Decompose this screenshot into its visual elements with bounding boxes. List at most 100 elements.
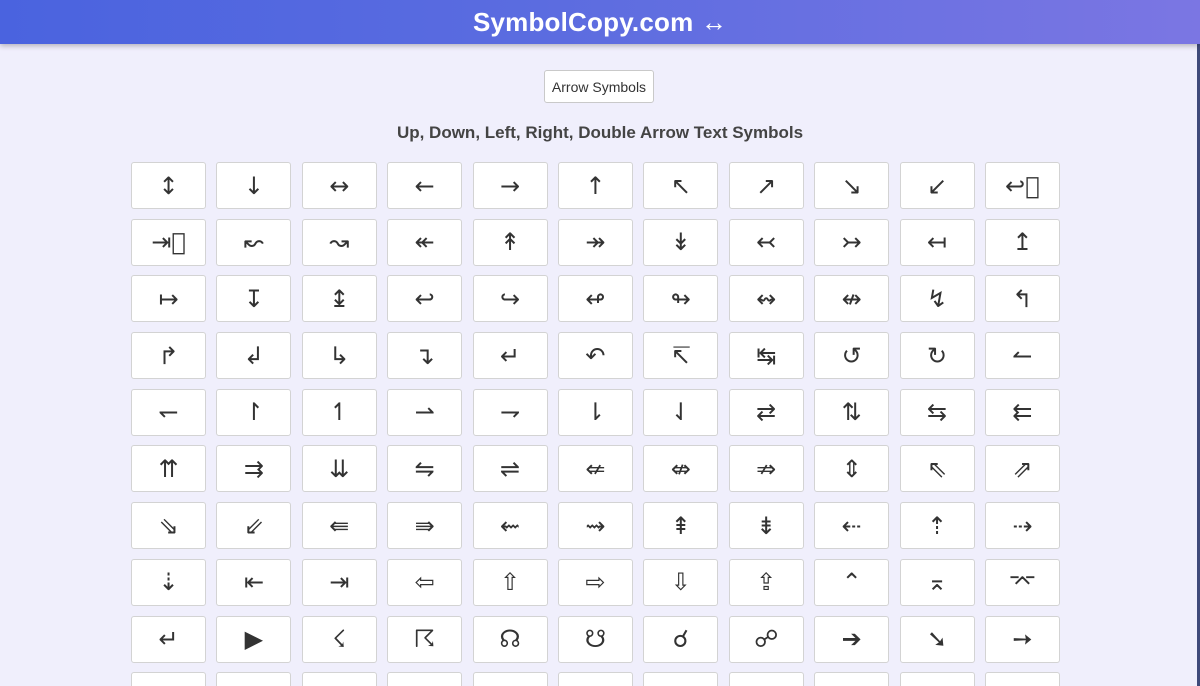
symbol-cell[interactable] xyxy=(216,672,292,686)
symbol-cell[interactable]: ➔ xyxy=(814,615,890,663)
symbol-cell[interactable]: ↩ xyxy=(387,275,463,323)
symbol-cell[interactable]: ↦ xyxy=(131,275,206,323)
symbol-cell[interactable]: ⇩ xyxy=(643,558,719,606)
symbol-cell[interactable] xyxy=(472,672,548,686)
symbol-cell[interactable]: ↥ xyxy=(984,218,1060,266)
symbol-cell[interactable]: ⇞ xyxy=(643,502,719,550)
symbol-cell[interactable]: ↩⃥ xyxy=(984,162,1060,209)
symbol-cell[interactable]: ↜ xyxy=(216,218,292,266)
symbol-cell[interactable] xyxy=(557,672,633,686)
symbol-cell[interactable] xyxy=(984,672,1060,686)
symbol-cell[interactable]: ▶ xyxy=(216,615,292,663)
symbol-cell[interactable]: ⌤ xyxy=(984,558,1060,606)
symbol-cell[interactable]: ↼ xyxy=(984,332,1060,380)
symbol-cell[interactable]: ↳ xyxy=(301,332,377,380)
site-title[interactable]: SymbolCopy.com ↔ xyxy=(473,7,727,38)
arrow-symbols-button[interactable]: Arrow Symbols xyxy=(544,70,654,103)
symbol-cell[interactable]: ⇀ xyxy=(387,388,463,436)
symbol-cell[interactable] xyxy=(814,672,890,686)
symbol-cell[interactable]: ↱ xyxy=(131,332,206,380)
symbol-cell[interactable]: ⇢ xyxy=(984,502,1060,550)
symbol-cell[interactable]: → xyxy=(472,162,548,209)
symbol-cell[interactable]: ☍ xyxy=(728,615,804,663)
symbol-cell[interactable]: ⇘ xyxy=(131,502,206,550)
symbol-cell[interactable]: ↖ xyxy=(643,162,719,209)
symbol-cell[interactable]: ☌ xyxy=(643,615,719,663)
symbol-cell[interactable]: ⇥⃥ xyxy=(131,218,206,266)
symbol-cell[interactable]: ⇉ xyxy=(216,445,292,493)
symbol-cell[interactable]: ☈ xyxy=(387,615,463,663)
symbol-cell[interactable]: ↔ xyxy=(301,162,377,209)
symbol-cell[interactable]: ⇥ xyxy=(301,558,377,606)
symbol-cell[interactable] xyxy=(301,672,377,686)
symbol-cell[interactable]: ↭ xyxy=(728,275,804,323)
symbol-cell[interactable]: ⇧ xyxy=(472,558,548,606)
symbol-cell[interactable]: ⇏ xyxy=(728,445,804,493)
symbol-cell[interactable]: ☋ xyxy=(557,615,633,663)
symbol-cell[interactable]: ↵ xyxy=(472,332,548,380)
symbol-cell[interactable]: ↡ xyxy=(643,218,719,266)
symbol-cell[interactable]: ⇨ xyxy=(557,558,633,606)
symbol-cell[interactable]: ↶ xyxy=(557,332,633,380)
symbol-cell[interactable]: ⇟ xyxy=(728,502,804,550)
symbol-cell[interactable]: ↴ xyxy=(387,332,463,380)
symbol-cell[interactable]: ↗ xyxy=(728,162,804,209)
symbol-cell[interactable]: ↞ xyxy=(387,218,463,266)
symbol-cell[interactable]: ↢ xyxy=(728,218,804,266)
symbol-cell[interactable]: ⇡ xyxy=(899,502,975,550)
symbol-cell[interactable]: ↮ xyxy=(814,275,890,323)
symbol-cell[interactable]: ↕ xyxy=(131,162,206,209)
symbol-cell[interactable]: ⌅ xyxy=(899,558,975,606)
symbol-cell[interactable]: ⇂ xyxy=(557,388,633,436)
symbol-cell[interactable]: ↿ xyxy=(301,388,377,436)
symbol-cell[interactable]: ➙ xyxy=(984,615,1060,663)
symbol-cell[interactable]: ↲ xyxy=(216,332,292,380)
symbol-cell[interactable]: ☊ xyxy=(472,615,548,663)
symbol-cell[interactable] xyxy=(899,672,975,686)
symbol-cell[interactable]: ↬ xyxy=(643,275,719,323)
symbol-cell[interactable]: ↟ xyxy=(472,218,548,266)
symbol-cell[interactable]: ↾ xyxy=(216,388,292,436)
symbol-cell[interactable] xyxy=(131,672,206,686)
symbol-cell[interactable]: ⇆ xyxy=(899,388,975,436)
symbol-cell[interactable]: ↺ xyxy=(814,332,890,380)
symbol-cell[interactable]: ⇋ xyxy=(387,445,463,493)
symbol-cell[interactable]: ← xyxy=(387,162,463,209)
symbol-cell[interactable]: ⇃ xyxy=(643,388,719,436)
symbol-cell[interactable]: ↸ xyxy=(643,332,719,380)
symbol-cell[interactable]: ⇝ xyxy=(557,502,633,550)
symbol-cell[interactable]: ☇ xyxy=(301,615,377,663)
symbol-cell[interactable]: ⇅ xyxy=(814,388,890,436)
symbol-cell[interactable]: ⇎ xyxy=(643,445,719,493)
symbol-cell[interactable]: ↪ xyxy=(472,275,548,323)
symbol-cell[interactable]: ⇛ xyxy=(387,502,463,550)
symbol-cell[interactable]: ↑ xyxy=(557,162,633,209)
symbol-cell[interactable]: ⇁ xyxy=(472,388,548,436)
symbol-cell[interactable]: ⇗ xyxy=(984,445,1060,493)
symbol-cell[interactable]: ↵ xyxy=(131,615,206,663)
symbol-cell[interactable]: ⇪ xyxy=(728,558,804,606)
symbol-cell[interactable]: ↠ xyxy=(557,218,633,266)
symbol-cell[interactable]: ⇦ xyxy=(387,558,463,606)
symbol-cell[interactable] xyxy=(643,672,719,686)
symbol-cell[interactable]: ⇙ xyxy=(216,502,292,550)
symbol-cell[interactable]: ↝ xyxy=(301,218,377,266)
symbol-cell[interactable]: ⇚ xyxy=(301,502,377,550)
symbol-cell[interactable] xyxy=(387,672,463,686)
symbol-cell[interactable]: ↙ xyxy=(899,162,975,209)
symbol-cell[interactable]: ⌃ xyxy=(814,558,890,606)
symbol-cell[interactable]: ↫ xyxy=(557,275,633,323)
symbol-cell[interactable]: ↯ xyxy=(899,275,975,323)
symbol-cell[interactable]: ⇄ xyxy=(728,388,804,436)
symbol-cell[interactable]: ⇊ xyxy=(301,445,377,493)
symbol-cell[interactable]: ⇠ xyxy=(814,502,890,550)
symbol-cell[interactable]: ➘ xyxy=(899,615,975,663)
symbol-cell[interactable]: ⇜ xyxy=(472,502,548,550)
symbol-cell[interactable]: ⇍ xyxy=(557,445,633,493)
symbol-cell[interactable]: ⇕ xyxy=(814,445,890,493)
symbol-cell[interactable]: ⇤ xyxy=(216,558,292,606)
symbol-cell[interactable]: ⇣ xyxy=(131,558,206,606)
symbol-cell[interactable]: ↻ xyxy=(899,332,975,380)
symbol-cell[interactable]: ⇈ xyxy=(131,445,206,493)
symbol-cell[interactable]: ↹ xyxy=(728,332,804,380)
